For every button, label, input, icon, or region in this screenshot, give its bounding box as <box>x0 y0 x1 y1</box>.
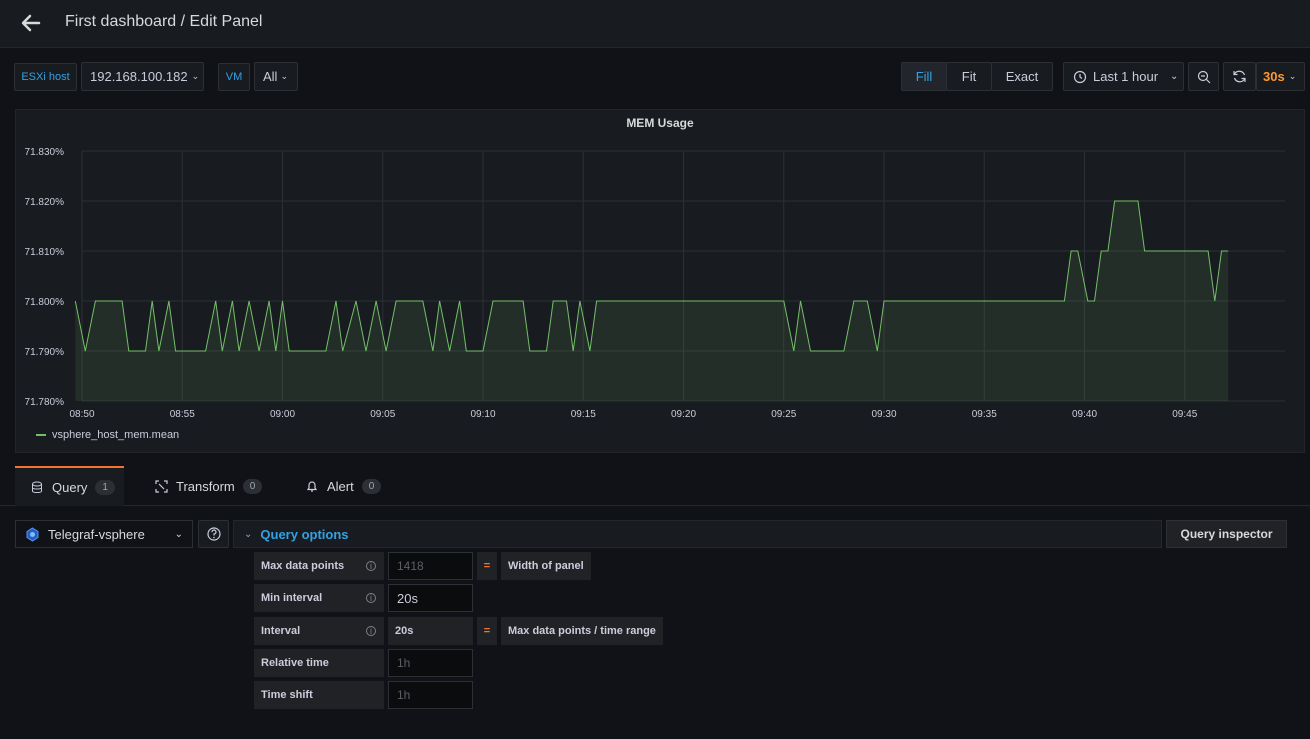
datasource-name: Telegraf-vsphere <box>48 526 145 542</box>
y-tick-label: 71.830% <box>25 147 65 158</box>
x-tick-label: 09:45 <box>1172 409 1197 420</box>
x-tick-label: 09:15 <box>571 409 596 420</box>
chevron-down-icon: ⌄ <box>191 71 200 81</box>
relative-time-input[interactable]: 1h <box>388 649 473 677</box>
tab-query-label: Query <box>52 479 88 495</box>
legend-item[interactable]: vsphere_host_mem.mean <box>36 429 179 441</box>
telegraf-icon <box>26 526 39 542</box>
time-range-label: Last 1 hour <box>1093 69 1159 84</box>
equals-sign: = <box>477 617 497 645</box>
max-data-points-input[interactable]: 1418 <box>388 552 473 580</box>
refresh-icon <box>1233 70 1246 83</box>
tab-query[interactable]: Query 1 <box>15 466 124 506</box>
bell-icon <box>306 480 318 492</box>
chevron-down-icon: ⌄ <box>280 71 288 81</box>
vm-value: All <box>263 69 278 84</box>
y-tick-label: 71.800% <box>25 297 65 308</box>
esxi-host-select[interactable]: 192.168.100.182 ⌄ <box>81 62 204 91</box>
x-tick-label: 09:05 <box>370 409 395 420</box>
tab-transform-count: 0 <box>242 478 263 494</box>
y-tick-label: 71.820% <box>25 197 65 208</box>
zoom-out-button[interactable] <box>1188 62 1219 91</box>
mem-usage-chart[interactable]: 71.780% 71.790% 71.800% 71.810% 71.820% 71.83… <box>16 110 1306 454</box>
editor-tabs: Query 1 Transform 0 Alert 0 <box>0 466 1310 506</box>
graph-panel: MEM Usage 71.780% 71.790% 71.800% 71.810% 71… <box>15 109 1305 453</box>
top-bar: First dashboard / Edit Panel <box>0 0 1310 48</box>
tab-alert[interactable]: Alert 0 <box>306 466 382 506</box>
x-tick-label: 09:10 <box>470 409 495 420</box>
transform-icon <box>155 479 168 493</box>
help-button[interactable] <box>198 520 229 548</box>
fill-button[interactable]: Fill <box>901 62 947 91</box>
clock-icon <box>1073 70 1087 83</box>
x-tick-label: 08:50 <box>69 409 94 420</box>
legend-color-swatch <box>36 434 46 436</box>
min-interval-label: Min interval i <box>254 584 384 612</box>
max-data-points-label: Max data points i <box>254 552 384 580</box>
y-tick-label: 71.780% <box>25 397 65 408</box>
exact-button[interactable]: Exact <box>991 62 1053 91</box>
refresh-interval-value: 30s <box>1263 69 1285 84</box>
chevron-down-icon: ⌄ <box>1288 71 1297 81</box>
interval-note: Max data points / time range <box>501 617 663 645</box>
interval-label: Interval i <box>254 617 384 645</box>
refresh-button[interactable] <box>1223 62 1256 91</box>
page-title: First dashboard / Edit Panel <box>65 13 263 30</box>
chevron-down-icon: ⌄ <box>244 528 253 540</box>
tab-alert-count: 0 <box>361 478 382 494</box>
min-interval-input[interactable]: 20s <box>388 584 473 612</box>
tab-query-count: 1 <box>95 479 115 495</box>
refresh-interval-picker[interactable]: 30s ⌄ <box>1256 62 1305 91</box>
chevron-down-icon: ⌄ <box>174 528 183 540</box>
database-icon <box>32 481 42 493</box>
variable-label-esxi-host: ESXi host <box>14 63 77 91</box>
query-options-label: Query options <box>260 526 349 542</box>
datasource-picker[interactable]: Telegraf-vsphere ⌄ <box>15 520 193 548</box>
query-options-toggle[interactable]: ⌄ Query options <box>233 520 1162 548</box>
tab-transform[interactable]: Transform 0 <box>155 466 263 506</box>
info-icon[interactable]: i <box>366 593 376 603</box>
chevron-down-icon: ⌄ <box>1170 71 1179 82</box>
interval-text: Interval <box>261 625 301 637</box>
y-tick-label: 71.790% <box>25 347 65 358</box>
vm-select[interactable]: All ⌄ <box>254 62 298 91</box>
time-shift-input[interactable]: 1h <box>388 681 473 709</box>
tab-transform-label: Transform <box>176 478 235 494</box>
x-tick-label: 09:40 <box>1072 409 1097 420</box>
esxi-host-value: 192.168.100.182 <box>90 69 188 84</box>
info-icon[interactable]: i <box>366 561 376 571</box>
x-tick-label: 09:35 <box>972 409 997 420</box>
x-tick-label: 09:20 <box>671 409 696 420</box>
x-tick-label: 09:00 <box>270 409 295 420</box>
info-icon[interactable]: i <box>366 626 376 636</box>
fit-button[interactable]: Fit <box>946 62 992 91</box>
x-tick-label: 08:55 <box>170 409 195 420</box>
time-shift-label: Time shift <box>254 681 384 709</box>
back-arrow-icon[interactable] <box>18 10 44 36</box>
query-inspector-button[interactable]: Query inspector <box>1166 520 1287 548</box>
question-circle-icon <box>206 527 221 541</box>
width-of-panel-note: Width of panel <box>501 552 591 580</box>
time-range-picker[interactable]: Last 1 hour ⌄ <box>1063 62 1184 91</box>
variable-label-vm: VM <box>218 63 250 91</box>
legend-label: vsphere_host_mem.mean <box>52 429 180 441</box>
equals-sign: = <box>477 552 497 580</box>
relative-time-label: Relative time <box>254 649 384 677</box>
zoom-out-icon <box>1197 70 1210 83</box>
tab-alert-label: Alert <box>327 478 354 494</box>
min-interval-text: Min interval <box>261 592 323 604</box>
x-tick-label: 09:30 <box>871 409 896 420</box>
interval-value: 20s <box>388 617 473 645</box>
y-tick-label: 71.810% <box>25 247 65 258</box>
x-tick-label: 09:25 <box>771 409 796 420</box>
max-data-points-text: Max data points <box>261 560 345 572</box>
